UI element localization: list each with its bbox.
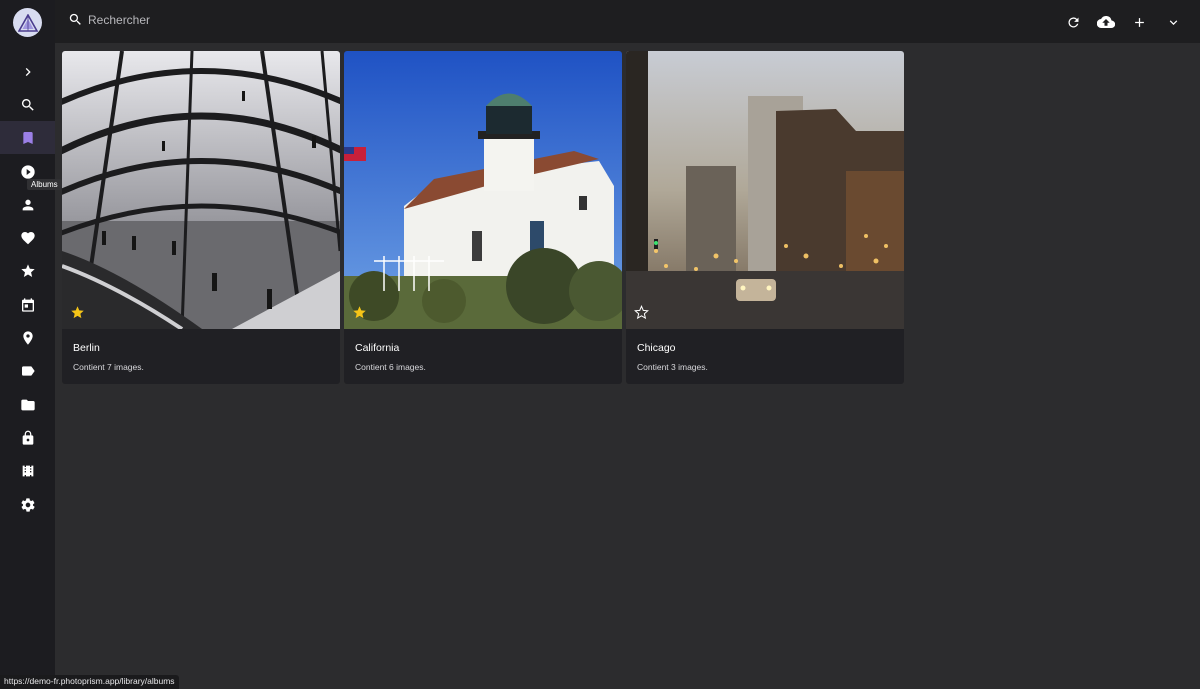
upload-button[interactable] xyxy=(1095,11,1117,33)
sidebar-item-private[interactable] xyxy=(0,421,55,454)
search-input[interactable] xyxy=(88,12,488,27)
album-cover-image[interactable] xyxy=(62,51,340,329)
plus-icon xyxy=(1134,17,1144,27)
location-pin-icon xyxy=(22,330,33,345)
album-count: Contient 6 images. xyxy=(355,362,426,372)
sidebar-item-moments[interactable] xyxy=(0,254,55,287)
chicago-street-image xyxy=(626,51,904,329)
lock-icon xyxy=(22,430,33,445)
person-icon xyxy=(22,199,33,210)
play-circle-icon xyxy=(20,164,35,179)
favorite-star-icon[interactable] xyxy=(70,305,85,320)
sidebar-item-search[interactable] xyxy=(0,88,55,121)
album-count: Contient 7 images. xyxy=(73,362,144,372)
gear-icon xyxy=(20,497,35,512)
star-icon xyxy=(20,263,35,277)
sidebar-item-library[interactable] xyxy=(0,454,55,487)
sidebar-item-albums[interactable] xyxy=(0,121,55,154)
favorite-star-outline-icon[interactable] xyxy=(634,305,649,320)
album-count: Contient 3 images. xyxy=(637,362,708,372)
folder-icon xyxy=(20,399,35,410)
album-card-california[interactable]: California Contient 6 images. xyxy=(344,51,622,384)
sidebar-item-favorites[interactable] xyxy=(0,221,55,254)
add-button[interactable] xyxy=(1128,11,1150,33)
sidebar-item-places[interactable] xyxy=(0,321,55,354)
sidebar-item-folders[interactable] xyxy=(0,388,55,421)
sidebar: Albums xyxy=(0,0,62,689)
upload-cloud-icon xyxy=(1097,16,1115,29)
topbar xyxy=(55,0,1200,43)
sidebar-item-settings[interactable] xyxy=(0,488,55,521)
chevron-right-icon xyxy=(25,67,31,76)
sidebar-item-calendar[interactable] xyxy=(0,288,55,321)
search-icon xyxy=(69,13,81,25)
reichstag-dome-image xyxy=(62,51,340,329)
calendar-icon xyxy=(21,297,34,312)
more-menu-button[interactable] xyxy=(1162,11,1184,33)
refresh-button[interactable] xyxy=(1062,11,1084,33)
album-title[interactable]: California xyxy=(355,342,399,354)
album-title[interactable]: Berlin xyxy=(73,342,100,354)
lighthouse-image xyxy=(344,51,622,329)
sidebar-item-people[interactable] xyxy=(0,188,55,221)
search-icon xyxy=(21,98,34,111)
photoprism-logo-icon xyxy=(17,13,38,32)
favorite-star-icon[interactable] xyxy=(352,305,367,320)
logo[interactable] xyxy=(13,8,42,37)
album-card-berlin[interactable]: Berlin Contient 7 images. xyxy=(62,51,340,384)
album-card-chicago[interactable]: Chicago Contient 3 images. xyxy=(626,51,904,384)
bookmark-icon xyxy=(22,131,33,144)
heart-icon xyxy=(20,231,35,244)
sidebar-item-labels[interactable] xyxy=(0,354,55,387)
album-cover-image[interactable] xyxy=(626,51,904,329)
refresh-icon xyxy=(1067,16,1078,27)
search-bar xyxy=(68,12,488,27)
sidebar-item-expand[interactable] xyxy=(0,55,55,88)
album-cover-image[interactable] xyxy=(344,51,622,329)
library-icon xyxy=(22,465,33,476)
app-root: Albums Rechercher Berlin Contient 7 imag… xyxy=(0,0,1200,689)
album-title[interactable]: Chicago xyxy=(637,342,676,354)
chevron-down-icon xyxy=(1169,19,1177,25)
link-status-url: https://demo-fr.photoprism.app/library/a… xyxy=(0,675,179,689)
label-icon xyxy=(21,365,35,376)
